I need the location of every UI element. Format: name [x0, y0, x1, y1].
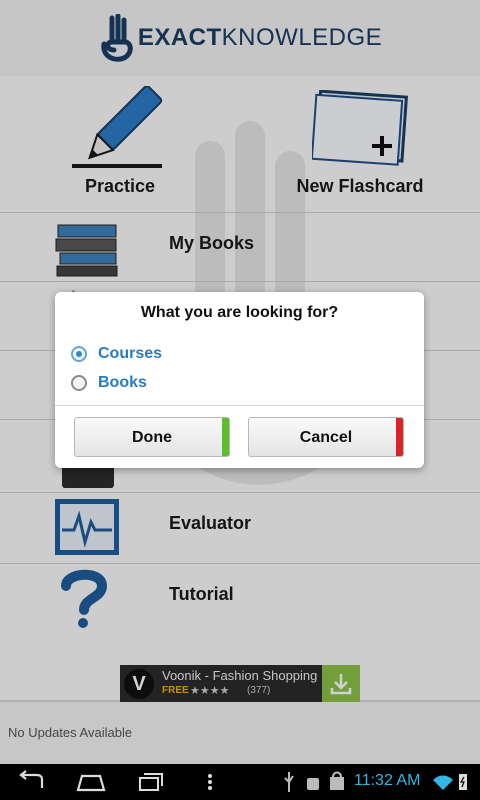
- radio-courses-label[interactable]: Courses: [98, 345, 162, 363]
- menu-dots-icon[interactable]: [204, 770, 216, 794]
- recent-apps-icon[interactable]: [136, 770, 166, 794]
- cancel-button-label: Cancel: [299, 429, 353, 446]
- cancel-accent-stripe: [396, 418, 403, 456]
- search-type-dialog: What you are looking for? Courses Books …: [55, 292, 424, 468]
- dialog-divider: [55, 405, 424, 406]
- home-icon[interactable]: [76, 770, 106, 794]
- done-button[interactable]: Done: [74, 417, 230, 457]
- dialog-title: What you are looking for?: [140, 304, 339, 321]
- radio-books[interactable]: Books: [71, 371, 271, 395]
- done-accent-stripe: [222, 418, 229, 456]
- radio-selected-icon[interactable]: [71, 346, 87, 362]
- back-icon[interactable]: [16, 770, 46, 794]
- battery-charging-icon: [459, 774, 467, 790]
- cancel-button[interactable]: Cancel: [248, 417, 404, 457]
- radio-unselected-icon[interactable]: [71, 375, 87, 391]
- store-bag-icon: [330, 771, 344, 790]
- usb-icon: [284, 772, 294, 792]
- system-nav-bar: 11:32 AM: [0, 764, 480, 800]
- radio-courses[interactable]: Courses: [71, 342, 271, 366]
- wifi-icon: [433, 775, 453, 790]
- status-clock: 11:32 AM: [354, 772, 421, 789]
- done-button-label: Done: [132, 429, 172, 446]
- android-debug-icon: [307, 778, 319, 790]
- radio-books-label[interactable]: Books: [98, 374, 147, 392]
